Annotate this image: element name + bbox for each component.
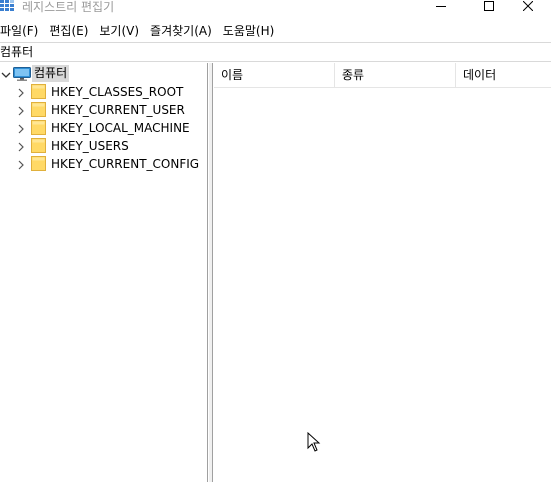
folder-icon bbox=[31, 102, 46, 117]
menu-edit[interactable]: 편집(E) bbox=[49, 21, 88, 41]
folder-icon bbox=[31, 138, 46, 153]
column-header-type[interactable]: 종류 bbox=[335, 63, 456, 88]
folder-icon bbox=[31, 84, 46, 99]
key-tree-pane[interactable]: 컴퓨터 HKEY_CLASSES_ROOT HKEY_CURRENT_USER … bbox=[0, 63, 208, 482]
tree-item-label[interactable]: HKEY_CURRENT_CONFIG bbox=[51, 155, 199, 173]
list-header: 이름 종류 데이터 bbox=[214, 63, 551, 88]
menu-help[interactable]: 도움말(H) bbox=[223, 21, 275, 41]
pane-splitter[interactable] bbox=[209, 63, 213, 482]
close-button[interactable] bbox=[505, 0, 551, 14]
column-header-data[interactable]: 데이터 bbox=[456, 63, 551, 88]
tree-item-hkey-users[interactable]: HKEY_USERS bbox=[0, 137, 205, 155]
folder-icon bbox=[31, 156, 46, 171]
address-bar[interactable]: 컴퓨터 bbox=[0, 42, 551, 62]
window-title: 레지스트리 편집기 bbox=[22, 0, 115, 14]
chevron-down-icon[interactable] bbox=[1, 69, 11, 79]
tree-item-label[interactable]: HKEY_CLASSES_ROOT bbox=[51, 83, 183, 101]
tree-item-label[interactable]: HKEY_USERS bbox=[51, 137, 129, 155]
tree-item-hkey-current-user[interactable]: HKEY_CURRENT_USER bbox=[0, 101, 205, 119]
tree-item-hkey-local-machine[interactable]: HKEY_LOCAL_MACHINE bbox=[0, 119, 205, 137]
chevron-right-icon[interactable] bbox=[17, 123, 25, 134]
minimize-icon bbox=[436, 0, 446, 14]
registry-editor-icon bbox=[0, 0, 16, 14]
menu-view[interactable]: 보기(V) bbox=[99, 21, 139, 41]
chevron-right-icon[interactable] bbox=[17, 105, 25, 116]
computer-icon bbox=[13, 67, 31, 81]
column-header-name[interactable]: 이름 bbox=[214, 63, 335, 88]
menu-bar: 파일(F) 편집(E) 보기(V) 즐겨찾기(A) 도움말(H) bbox=[0, 21, 551, 41]
tree-item-label[interactable]: HKEY_CURRENT_USER bbox=[51, 101, 185, 119]
minimize-button[interactable] bbox=[418, 0, 464, 14]
chevron-right-icon[interactable] bbox=[17, 141, 25, 152]
maximize-icon bbox=[484, 0, 494, 14]
folder-icon bbox=[31, 120, 46, 135]
tree-item-hkey-current-config[interactable]: HKEY_CURRENT_CONFIG bbox=[0, 155, 205, 173]
address-path[interactable]: 컴퓨터 bbox=[0, 44, 33, 61]
chevron-right-icon[interactable] bbox=[17, 159, 25, 170]
title-bar: 레지스트리 편집기 bbox=[0, 0, 551, 20]
tree-root-label[interactable]: 컴퓨터 bbox=[32, 65, 70, 82]
values-list-pane[interactable]: 이름 종류 데이터 bbox=[214, 63, 551, 482]
close-icon bbox=[522, 0, 534, 14]
mouse-pointer-icon bbox=[307, 431, 321, 452]
menu-file[interactable]: 파일(F) bbox=[0, 21, 38, 41]
menu-favorites[interactable]: 즐겨찾기(A) bbox=[150, 21, 212, 41]
chevron-right-icon[interactable] bbox=[17, 87, 25, 98]
tree-root-computer[interactable]: 컴퓨터 bbox=[0, 65, 200, 83]
tree-item-hkey-classes-root[interactable]: HKEY_CLASSES_ROOT bbox=[0, 83, 205, 101]
tree-item-label[interactable]: HKEY_LOCAL_MACHINE bbox=[51, 119, 190, 137]
